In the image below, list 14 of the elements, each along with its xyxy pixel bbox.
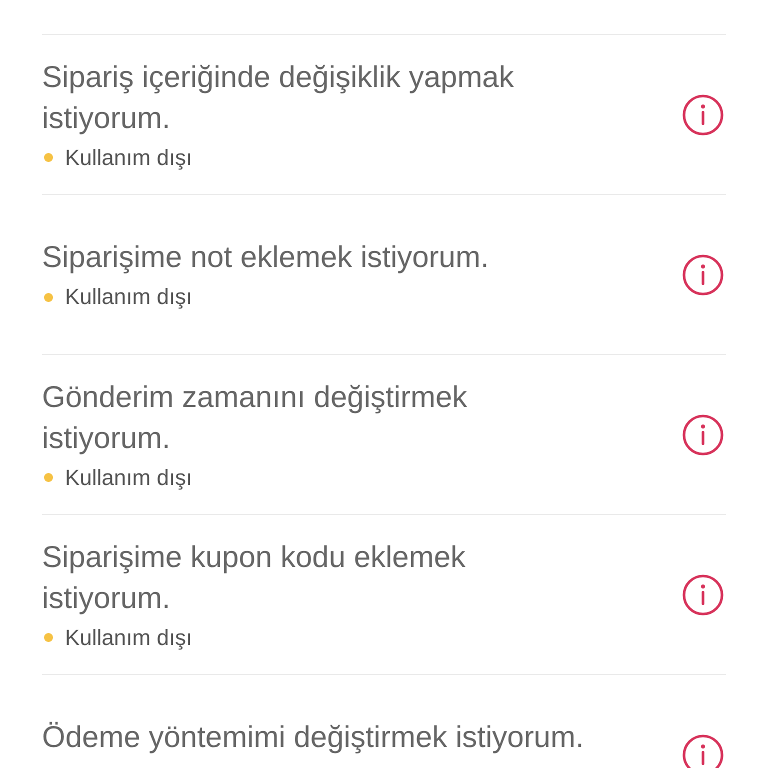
status-label: Kullanım dışı bbox=[65, 464, 192, 490]
info-icon[interactable] bbox=[682, 734, 724, 768]
info-icon[interactable] bbox=[682, 94, 724, 136]
option-title: Siparişime not eklemek istiyorum. bbox=[42, 240, 490, 276]
status-label: Kullanım dışı bbox=[65, 624, 192, 650]
status-label: Kullanım dışı bbox=[65, 144, 192, 170]
option-title: Sipariş içeriğinde değişiklik yapmak istiyorum. bbox=[42, 60, 515, 136]
option-title: Siparişime kupon kodu eklemek istiyorum. bbox=[42, 540, 467, 616]
status-label: Kullanım dışı bbox=[65, 284, 192, 310]
info-icon[interactable] bbox=[682, 414, 724, 456]
info-icon[interactable] bbox=[682, 254, 724, 296]
option-title: Ödeme yöntemimi değiştirmek istiyorum. bbox=[42, 720, 585, 756]
option-title: Gönderim zamanını değiştirmek istiyorum. bbox=[42, 380, 468, 456]
info-icon[interactable] bbox=[682, 574, 724, 616]
